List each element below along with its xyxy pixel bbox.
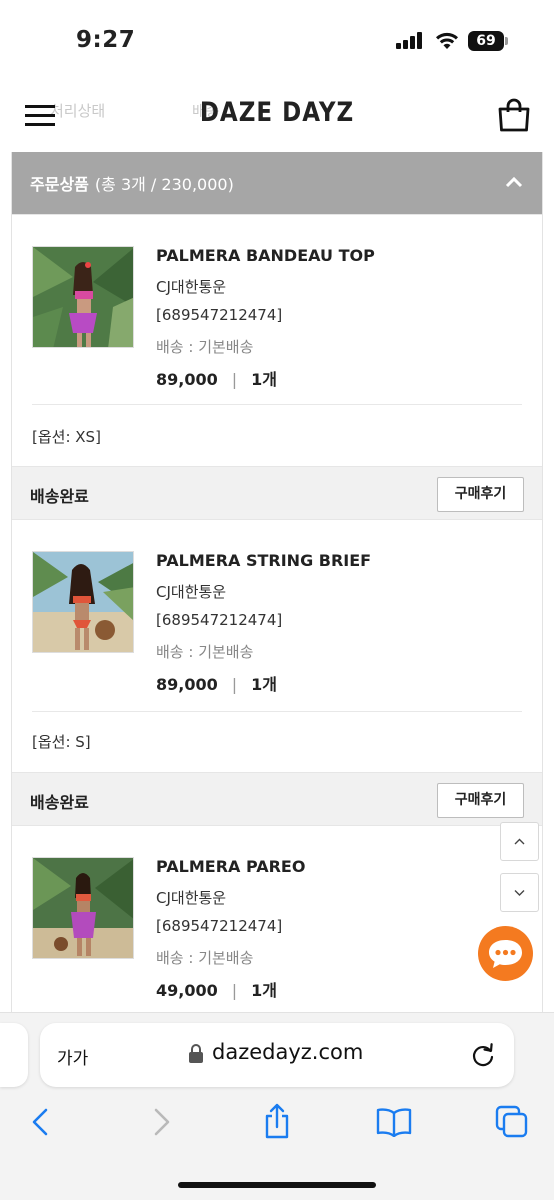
chat-button[interactable] bbox=[478, 926, 533, 981]
product-name[interactable]: PALMERA PAREO bbox=[156, 857, 305, 887]
delivery-status-row: 배송완료 구매후기 bbox=[12, 466, 542, 520]
write-review-button[interactable]: 구매후기 bbox=[437, 783, 524, 818]
price-quantity: 89,000 | 1개 bbox=[156, 671, 371, 701]
chevron-down-icon bbox=[514, 890, 525, 896]
product-thumbnail[interactable] bbox=[32, 246, 134, 348]
scroll-bottom-button[interactable] bbox=[500, 873, 539, 912]
divider bbox=[32, 404, 522, 405]
product-info: PALMERA STRING BRIEF CJ대한통운 [68954721247… bbox=[156, 551, 371, 701]
product-price: 89,000 bbox=[156, 675, 218, 694]
product-info: PALMERA BANDEAU TOP CJ대한통운 [689547212474… bbox=[156, 246, 375, 396]
carrier-name: CJ대한통운 bbox=[156, 583, 227, 601]
product-thumbnail[interactable] bbox=[32, 551, 134, 653]
order-items-header[interactable]: 주문상품 (총 3개 / 230,000) bbox=[12, 152, 542, 214]
tracking-number[interactable]: [689547212474] bbox=[156, 917, 305, 947]
separator: | bbox=[231, 981, 238, 1000]
product-quantity: 1개 bbox=[251, 675, 277, 694]
url-text[interactable]: dazedayz.com bbox=[212, 1040, 363, 1064]
chevron-up-icon[interactable] bbox=[504, 172, 524, 192]
shipping-method: 배송 : 기본배송 bbox=[156, 949, 254, 967]
delivery-status-row: 배송완료 구매후기 bbox=[12, 772, 542, 826]
text-size-button[interactable]: 가가 bbox=[57, 1044, 88, 1069]
product-thumbnail[interactable] bbox=[32, 857, 134, 959]
battery-indicator: 69 bbox=[468, 31, 508, 51]
address-bar[interactable]: 가가 dazedayz.com bbox=[40, 1023, 514, 1087]
delivery-status: 배송완료 bbox=[30, 487, 89, 506]
divider bbox=[32, 711, 522, 712]
order-item: PALMERA STRING BRIEF CJ대한통운 [68954721247… bbox=[12, 520, 542, 770]
carrier-name: CJ대한통운 bbox=[156, 278, 227, 296]
product-quantity: 1개 bbox=[251, 981, 277, 1000]
product-price: 49,000 bbox=[156, 981, 218, 1000]
home-indicator bbox=[178, 1182, 376, 1188]
order-item: PALMERA BANDEAU TOP CJ대한통운 [689547212474… bbox=[12, 214, 542, 466]
site-header: 처리상태 배송 DAZE DAYZ bbox=[0, 80, 554, 152]
tracking-number[interactable]: [689547212474] bbox=[156, 306, 375, 336]
order-item: PALMERA PAREO CJ대한통운 [689547212474] 배송 :… bbox=[12, 826, 542, 1012]
product-option: [옵션: S] bbox=[32, 733, 91, 751]
order-items-title: 주문상품 bbox=[30, 175, 89, 194]
status-bar: 9:27 69 bbox=[0, 0, 554, 80]
order-detail: 주문상품 (총 3개 / 230,000) PALMERA BANDEAU TO… bbox=[11, 152, 543, 1012]
product-name[interactable]: PALMERA BANDEAU TOP bbox=[156, 246, 375, 276]
back-icon[interactable] bbox=[26, 1107, 56, 1137]
chevron-up-icon bbox=[514, 838, 525, 845]
product-option: [옵션: XS] bbox=[32, 428, 101, 446]
cellular-signal-icon bbox=[396, 31, 426, 49]
product-quantity: 1개 bbox=[251, 370, 277, 389]
battery-level: 69 bbox=[468, 31, 504, 51]
shopping-bag-icon[interactable] bbox=[497, 98, 531, 132]
separator: | bbox=[231, 370, 238, 389]
order-items-summary: (총 3개 / 230,000) bbox=[94, 175, 234, 194]
bookmarks-icon[interactable] bbox=[376, 1107, 412, 1137]
tracking-number[interactable]: [689547212474] bbox=[156, 611, 371, 641]
share-icon[interactable] bbox=[262, 1103, 292, 1139]
status-time: 9:27 bbox=[76, 27, 136, 53]
previous-tab-preview[interactable] bbox=[0, 1023, 28, 1087]
product-info: PALMERA PAREO CJ대한통운 [689547212474] 배송 :… bbox=[156, 857, 305, 1007]
shipping-method: 배송 : 기본배송 bbox=[156, 643, 254, 661]
price-quantity: 89,000 | 1개 bbox=[156, 366, 375, 396]
price-quantity: 49,000 | 1개 bbox=[156, 977, 305, 1007]
wifi-icon bbox=[436, 32, 458, 49]
scroll-top-button[interactable] bbox=[500, 822, 539, 861]
separator: | bbox=[231, 675, 238, 694]
shipping-method: 배송 : 기본배송 bbox=[156, 338, 254, 356]
carrier-name: CJ대한통운 bbox=[156, 889, 227, 907]
tabs-icon[interactable] bbox=[495, 1105, 529, 1139]
write-review-button[interactable]: 구매후기 bbox=[437, 477, 524, 512]
product-price: 89,000 bbox=[156, 370, 218, 389]
forward-icon[interactable] bbox=[146, 1107, 176, 1137]
browser-toolbar: 가가 dazedayz.com bbox=[0, 1012, 554, 1200]
brand-logo[interactable]: DAZE DAYZ bbox=[0, 98, 554, 128]
product-name[interactable]: PALMERA STRING BRIEF bbox=[156, 551, 371, 581]
lock-icon bbox=[189, 1044, 203, 1063]
delivery-status: 배송완료 bbox=[30, 793, 89, 812]
chat-bubble-icon bbox=[489, 940, 522, 968]
reload-icon[interactable] bbox=[470, 1042, 496, 1068]
